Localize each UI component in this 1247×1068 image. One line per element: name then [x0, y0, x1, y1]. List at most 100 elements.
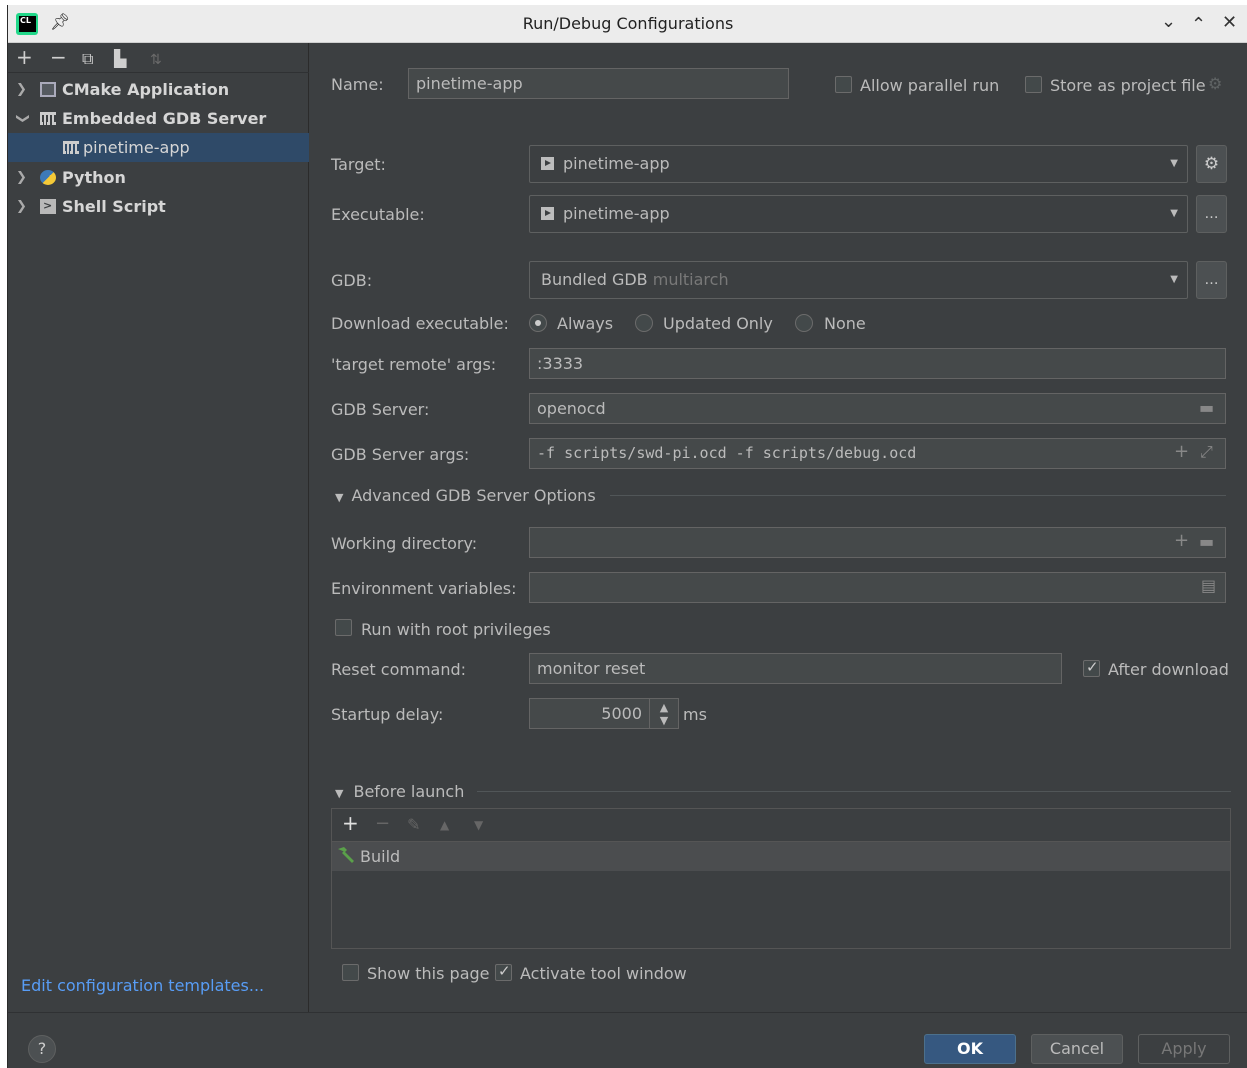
- ellipsis-icon: …: [1204, 272, 1219, 288]
- move-up-icon[interactable]: ▲: [440, 818, 449, 832]
- move-down-icon[interactable]: ▼: [474, 818, 483, 832]
- startup-delay-stepper[interactable]: ▲ ▼: [649, 698, 679, 729]
- show-page-label: Show this page: [367, 964, 490, 983]
- chevron-right-icon[interactable]: ❯: [16, 192, 27, 221]
- edit-templates-link[interactable]: Edit configuration templates...: [21, 976, 264, 995]
- gdb-server-field[interactable]: openocd: [529, 393, 1226, 424]
- gdb-server-label: GDB Server:: [331, 400, 430, 419]
- store-project-label: Store as project file: [1050, 76, 1206, 95]
- configurations-sidebar: + − ⧉ ▙ ⇅ ❯ CMake Application ❯ Embedded…: [8, 43, 309, 1012]
- allow-parallel-checkbox[interactable]: [835, 76, 852, 93]
- after-download-checkbox[interactable]: [1083, 658, 1100, 677]
- environment-variables-field[interactable]: [529, 572, 1226, 603]
- sort-icon[interactable]: ⇅: [150, 49, 162, 71]
- folder-icon[interactable]: ▬: [1199, 532, 1214, 551]
- title-bar: 📌︎ Run/Debug Configurations ⌄ ⌃ ✕: [8, 5, 1247, 43]
- advanced-options-toggle[interactable]: ▼ Advanced GDB Server Options: [335, 486, 596, 505]
- expand-icon[interactable]: ⤢: [1200, 442, 1213, 462]
- sidebar-item-python[interactable]: ❯ Python: [8, 163, 309, 192]
- document-icon[interactable]: ▤: [1201, 576, 1216, 595]
- step-down-icon[interactable]: ▼: [660, 714, 668, 727]
- store-project-checkbox[interactable]: [1025, 76, 1042, 93]
- target-settings-button[interactable]: ⚙: [1196, 145, 1227, 183]
- run-config-icon: [541, 207, 554, 220]
- add-icon[interactable]: +: [342, 811, 359, 835]
- download-none-label: None: [824, 314, 866, 333]
- name-field[interactable]: pinetime-app: [408, 68, 789, 99]
- root-privileges-checkbox[interactable]: [335, 619, 352, 636]
- sidebar-item-pinetime-app[interactable]: pinetime-app: [8, 133, 309, 162]
- gdb-server-args-label: GDB Server args:: [331, 445, 470, 464]
- sidebar-item-label: Embedded GDB Server: [62, 109, 267, 128]
- activate-tool-window-checkbox[interactable]: [495, 962, 512, 981]
- gdb-browse-button[interactable]: …: [1196, 261, 1227, 299]
- chevron-up-icon[interactable]: ⌃: [1191, 14, 1206, 35]
- edit-icon[interactable]: ✎: [407, 815, 420, 834]
- run-debug-dialog: 📌︎ Run/Debug Configurations ⌄ ⌃ ✕ + − ⧉ …: [7, 5, 1247, 1068]
- reset-command-field[interactable]: monitor reset: [529, 653, 1062, 684]
- remove-icon[interactable]: −: [50, 46, 67, 68]
- gdb-server-args-field[interactable]: -f scripts/swd-pi.ocd -f scripts/debug.o…: [529, 438, 1226, 469]
- root-privileges-label: Run with root privileges: [361, 620, 551, 639]
- sidebar-item-embedded-gdb-server[interactable]: ❯ Embedded GDB Server: [8, 104, 309, 133]
- sidebar-item-cmake-application[interactable]: ❯ CMake Application: [8, 75, 309, 104]
- close-icon[interactable]: ✕: [1222, 12, 1237, 33]
- python-icon: [40, 170, 56, 185]
- executable-select[interactable]: pinetime-app ▼: [529, 195, 1188, 233]
- target-label: Target:: [331, 155, 386, 174]
- environment-variables-label: Environment variables:: [331, 579, 517, 598]
- apply-button[interactable]: Apply: [1138, 1034, 1230, 1064]
- add-icon[interactable]: +: [16, 46, 33, 68]
- target-value: pinetime-app: [563, 154, 670, 173]
- insert-macro-icon[interactable]: +: [1174, 530, 1189, 551]
- reset-command-label: Reset command:: [331, 660, 467, 679]
- download-none-radio[interactable]: [795, 314, 813, 332]
- gdb-select[interactable]: Bundled GDB multiarch ▼: [529, 261, 1188, 299]
- before-launch-toggle[interactable]: ▼ Before launch: [335, 782, 464, 801]
- before-launch-title: Before launch: [353, 782, 465, 801]
- ok-button[interactable]: OK: [924, 1034, 1016, 1064]
- sidebar-item-label: Python: [62, 168, 126, 187]
- gdb-server-icon: [40, 112, 56, 125]
- triangle-down-icon: ▼: [335, 491, 344, 504]
- startup-delay-field[interactable]: 5000: [529, 698, 650, 729]
- triangle-down-icon: ▼: [335, 787, 344, 800]
- target-select[interactable]: pinetime-app ▼: [529, 145, 1188, 183]
- gdb-label: GDB:: [331, 271, 373, 290]
- executable-browse-button[interactable]: …: [1196, 195, 1227, 233]
- startup-delay-unit: ms: [683, 705, 707, 724]
- download-always-radio[interactable]: [529, 314, 547, 332]
- gear-icon: ⚙: [1208, 74, 1223, 93]
- list-item[interactable]: Build: [332, 842, 1230, 871]
- help-button[interactable]: ?: [28, 1035, 56, 1063]
- step-up-icon[interactable]: ▲: [660, 701, 668, 714]
- chevron-down-icon[interactable]: ⌄: [1161, 11, 1176, 32]
- show-page-checkbox[interactable]: [342, 964, 359, 981]
- download-executable-label: Download executable:: [331, 314, 509, 333]
- chevron-right-icon[interactable]: ❯: [16, 75, 27, 104]
- run-config-icon: [541, 157, 554, 170]
- folder-icon[interactable]: ▬: [1199, 398, 1214, 417]
- insert-macro-icon[interactable]: +: [1174, 441, 1189, 462]
- before-launch-toolbar: + − ✎ ▲ ▼: [332, 809, 1230, 842]
- executable-value: pinetime-app: [563, 204, 670, 223]
- window-title: Run/Debug Configurations: [522, 14, 734, 33]
- activate-tool-window-label: Activate tool window: [520, 964, 687, 983]
- before-launch-list: + − ✎ ▲ ▼ Build: [331, 808, 1231, 949]
- target-remote-field[interactable]: :3333: [529, 348, 1226, 379]
- chevron-down-icon[interactable]: ❯: [8, 113, 37, 124]
- working-directory-field[interactable]: [529, 527, 1226, 558]
- sidebar-item-label: Shell Script: [62, 197, 166, 216]
- startup-delay-label: Startup delay:: [331, 705, 444, 724]
- new-folder-icon[interactable]: ▙: [114, 48, 126, 70]
- cancel-button[interactable]: Cancel: [1031, 1034, 1123, 1064]
- name-label: Name:: [331, 75, 384, 94]
- remove-icon[interactable]: −: [375, 813, 390, 834]
- sidebar-item-shell-script[interactable]: ❯ Shell Script: [8, 191, 309, 221]
- cmake-icon: [40, 82, 56, 97]
- chevron-right-icon[interactable]: ❯: [16, 163, 27, 192]
- sidebar-item-label: CMake Application: [62, 80, 230, 99]
- download-updated-only-radio[interactable]: [635, 314, 653, 332]
- sidebar-toolbar: + − ⧉ ▙ ⇅: [8, 43, 309, 73]
- copy-icon[interactable]: ⧉: [82, 48, 93, 70]
